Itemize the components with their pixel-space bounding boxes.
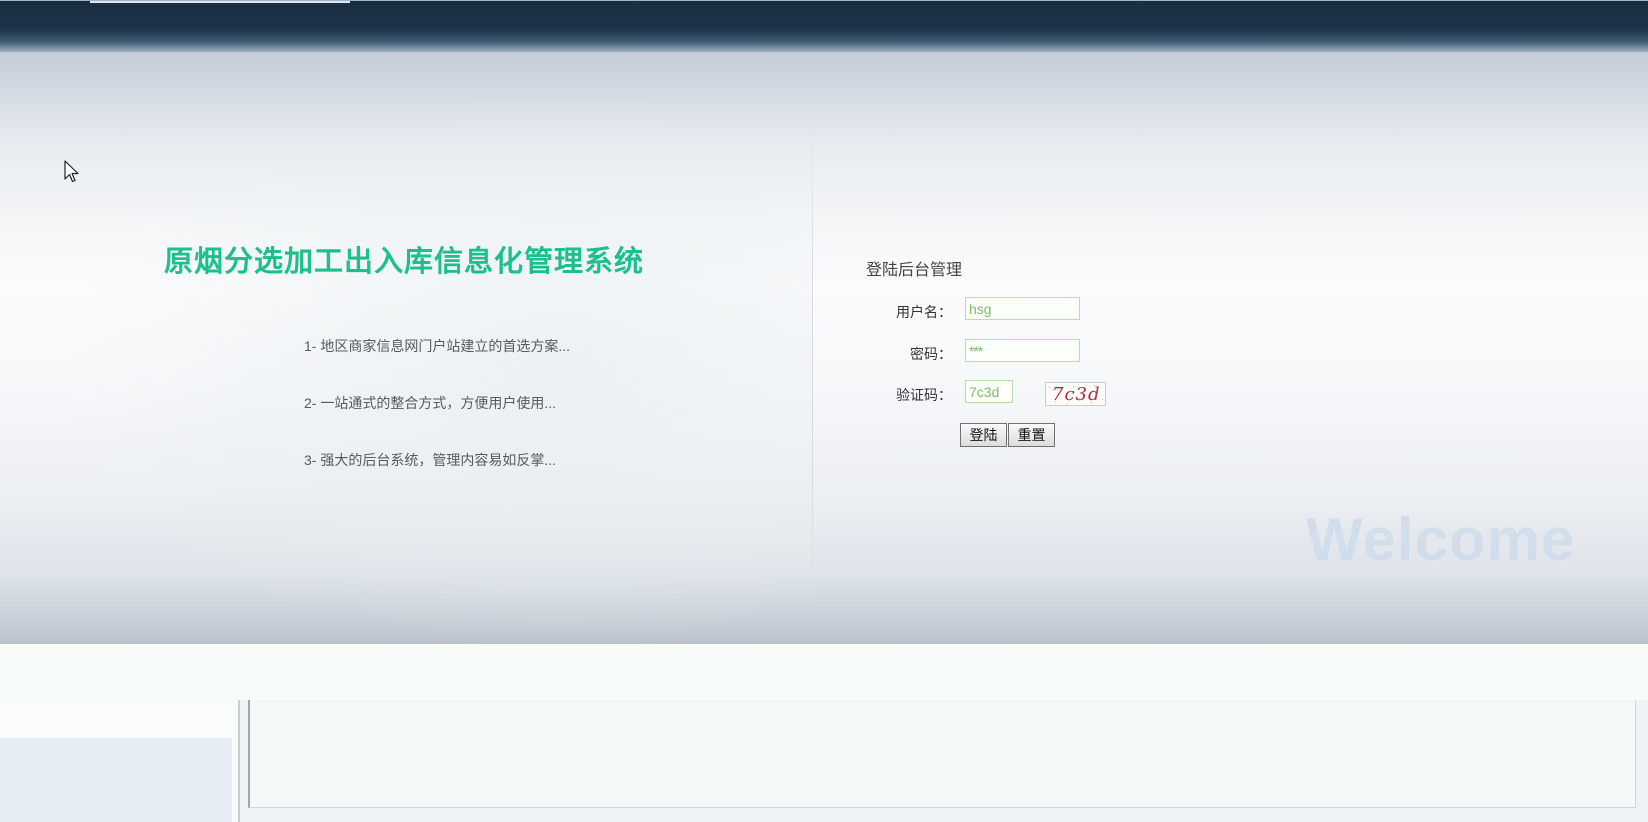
password-label: 密码： bbox=[910, 346, 952, 362]
password-input[interactable] bbox=[965, 339, 1080, 362]
feature-item: 1- 地区商家信息网门户站建立的首选方案... bbox=[304, 338, 571, 354]
top-header-bar bbox=[0, 0, 1648, 52]
username-label: 用户名： bbox=[896, 304, 952, 320]
login-panel-title: 登陆后台管理 bbox=[866, 262, 963, 279]
lower-strip bbox=[0, 644, 1648, 700]
captcha-image[interactable]: 7c3d bbox=[1045, 382, 1106, 406]
captcha-input[interactable] bbox=[965, 380, 1013, 403]
top-bar-highlight bbox=[90, 1, 350, 3]
bottom-left-panel-top bbox=[0, 700, 232, 738]
feature-list: 1- 地区商家信息网门户站建立的首选方案... 2- 一站通式的整合方式，方便用… bbox=[304, 336, 570, 507]
captcha-image-text: 7c3d bbox=[1052, 384, 1101, 405]
login-button[interactable]: 登陆 bbox=[960, 423, 1007, 447]
bottom-content-area bbox=[248, 700, 1636, 808]
feature-item: 3- 强大的后台系统，管理内容易如反掌... bbox=[304, 452, 557, 468]
login-page: 原烟分选加工出入库信息化管理系统 1- 地区商家信息网门户站建立的首选方案...… bbox=[0, 0, 1648, 822]
reset-button[interactable]: 重置 bbox=[1008, 423, 1055, 447]
feature-item: 2- 一站通式的整合方式，方便用户使用... bbox=[304, 395, 557, 411]
captcha-label: 验证码： bbox=[896, 387, 952, 403]
system-title: 原烟分选加工出入库信息化管理系统 bbox=[164, 244, 645, 278]
mouse-cursor-icon bbox=[64, 160, 79, 183]
welcome-reflection: Welcome bbox=[1306, 524, 1569, 548]
hero-divider bbox=[812, 110, 813, 630]
username-input[interactable] bbox=[965, 297, 1080, 320]
